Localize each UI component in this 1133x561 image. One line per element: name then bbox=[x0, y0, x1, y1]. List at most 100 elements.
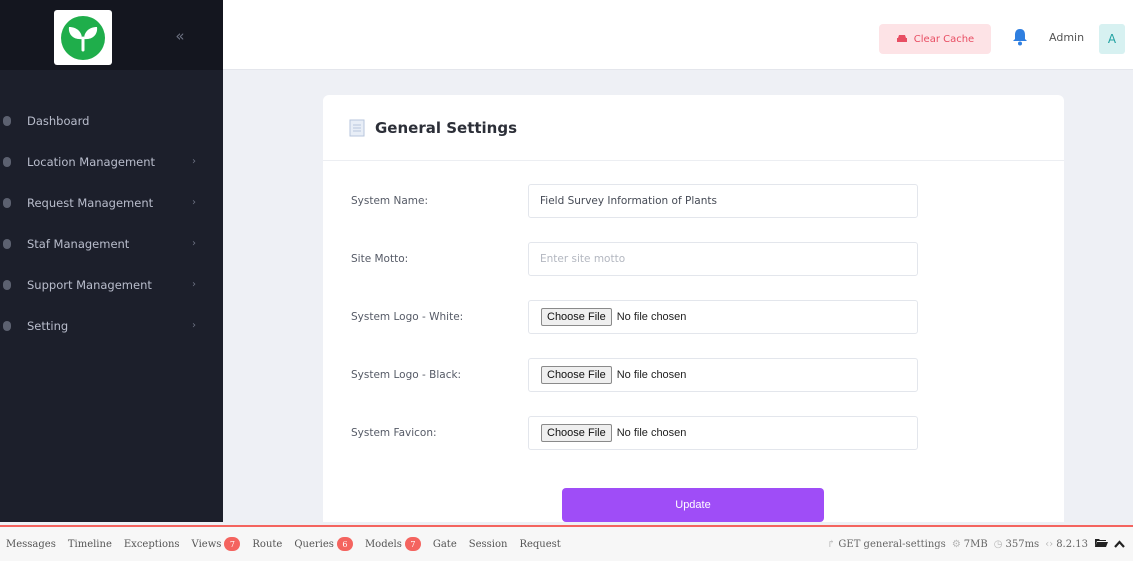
system-name-row: System Name: bbox=[323, 184, 1064, 220]
bell-icon[interactable] bbox=[1011, 27, 1029, 47]
debugbar-count-badge: 7 bbox=[224, 537, 241, 551]
sidebar-bullet-icon bbox=[3, 156, 11, 167]
debugbar-tab-label: Route bbox=[252, 538, 283, 550]
chevron-right-icon: › bbox=[192, 156, 196, 167]
general-settings-card: General Settings System Name: Site Motto… bbox=[323, 95, 1064, 522]
debugbar-tab-timeline[interactable]: Timeline bbox=[62, 527, 118, 561]
no-file-text: No file chosen bbox=[616, 369, 687, 381]
double-chevron-left-icon[interactable]: « bbox=[170, 26, 190, 46]
sidebar-item-label: Staf Management bbox=[27, 236, 130, 251]
debugbar-route-text: GET general-settings bbox=[838, 538, 946, 550]
debugbar-count-badge: 7 bbox=[404, 537, 421, 551]
no-file-text: No file chosen bbox=[616, 427, 687, 439]
system-name-input[interactable] bbox=[528, 184, 918, 218]
debugbar-tab-messages[interactable]: Messages bbox=[0, 527, 62, 561]
debugbar-tab-gate[interactable]: Gate bbox=[427, 527, 463, 561]
logo-black-label: System Logo - Black: bbox=[351, 369, 462, 381]
debugbar-memory-text: 7MB bbox=[963, 538, 988, 550]
code-icon: ‹› bbox=[1045, 538, 1054, 550]
debugbar-route[interactable]: ↱ GET general-settings bbox=[827, 539, 946, 550]
debugbar-tab-label: Exceptions bbox=[123, 538, 180, 550]
logo-black-file-input[interactable]: Choose File No file chosen bbox=[528, 358, 918, 392]
top-header: Clear Cache Admin A bbox=[223, 0, 1133, 70]
chevron-right-icon: › bbox=[192, 279, 196, 290]
sidebar-item-staf-management[interactable]: Staf Management › bbox=[0, 223, 223, 264]
chevron-right-icon: › bbox=[192, 197, 196, 208]
clear-cache-button[interactable]: Clear Cache bbox=[879, 24, 991, 54]
debugbar-tab-route[interactable]: Route bbox=[246, 527, 288, 561]
sidebar-bullet-icon bbox=[3, 197, 11, 208]
sidebar-bullet-icon bbox=[3, 238, 11, 249]
document-icon bbox=[349, 119, 365, 136]
debugbar-tab-label: Session bbox=[468, 538, 508, 550]
debugbar-tab-request[interactable]: Request bbox=[513, 527, 566, 561]
sidebar-item-label: Support Management bbox=[27, 277, 152, 292]
debugbar-tab-session[interactable]: Session bbox=[463, 527, 514, 561]
debugbar-php-version: ‹› 8.2.13 bbox=[1045, 539, 1088, 550]
sidebar: « Dashboard Location Management › Reques… bbox=[0, 0, 223, 522]
debugbar-tab-label: Messages bbox=[6, 538, 56, 550]
sidebar-item-label: Dashboard bbox=[27, 113, 90, 128]
chevron-right-icon: › bbox=[192, 238, 196, 249]
sidebar-item-setting[interactable]: Setting › bbox=[0, 305, 223, 346]
logo-black-row: System Logo - Black: Choose File No file… bbox=[323, 358, 1064, 394]
debugbar-tab-queries[interactable]: Queries 6 bbox=[288, 527, 359, 561]
chevron-right-icon: › bbox=[192, 320, 196, 331]
app-logo[interactable] bbox=[54, 10, 112, 65]
site-motto-input[interactable] bbox=[528, 242, 918, 276]
sidebar-logo-area: « bbox=[0, 0, 223, 70]
logo-white-file-input[interactable]: Choose File No file chosen bbox=[528, 300, 918, 334]
sidebar-item-label: Request Management bbox=[27, 195, 154, 210]
no-file-text: No file chosen bbox=[616, 311, 687, 323]
update-button[interactable]: Update bbox=[562, 488, 824, 522]
card-header: General Settings bbox=[323, 95, 1064, 161]
debugbar-memory: ⚙ 7MB bbox=[952, 539, 988, 550]
debugbar-tab-views[interactable]: Views 7 bbox=[186, 527, 247, 561]
share-arrow-icon: ↱ bbox=[827, 538, 836, 550]
choose-file-button[interactable]: Choose File bbox=[541, 308, 612, 326]
folder-open-icon[interactable] bbox=[1094, 537, 1108, 551]
sidebar-bullet-icon bbox=[3, 320, 11, 331]
site-motto-label: Site Motto: bbox=[351, 253, 409, 265]
sidebar-item-label: Location Management bbox=[27, 154, 156, 169]
system-name-label: System Name: bbox=[351, 195, 429, 207]
debugbar: Messages Timeline Exceptions Views 7 Rou… bbox=[0, 525, 1133, 561]
debugbar-tab-label: Timeline bbox=[67, 538, 112, 550]
sidebar-item-dashboard[interactable]: Dashboard bbox=[0, 100, 223, 141]
site-motto-row: Site Motto: bbox=[323, 242, 1064, 278]
logo-white-label: System Logo - White: bbox=[351, 311, 464, 323]
logo-white-row: System Logo - White: Choose File No file… bbox=[323, 300, 1064, 336]
debugbar-tab-label: Gate bbox=[432, 538, 457, 550]
debugbar-tab-label: Models bbox=[364, 538, 402, 550]
sidebar-bullet-icon bbox=[3, 279, 11, 290]
sidebar-nav: Dashboard Location Management › Request … bbox=[0, 100, 223, 346]
avatar[interactable]: A bbox=[1099, 24, 1125, 54]
sidebar-item-support-management[interactable]: Support Management › bbox=[0, 264, 223, 305]
page-title: General Settings bbox=[375, 118, 518, 137]
debugbar-time-text: 357ms bbox=[1005, 538, 1040, 550]
clock-icon: ◷ bbox=[993, 538, 1003, 550]
choose-file-button[interactable]: Choose File bbox=[541, 424, 612, 442]
car-icon bbox=[896, 35, 907, 42]
admin-name[interactable]: Admin bbox=[1049, 31, 1084, 44]
sidebar-bullet-icon bbox=[3, 115, 11, 126]
choose-file-button[interactable]: Choose File bbox=[541, 366, 612, 384]
debugbar-php-version-text: 8.2.13 bbox=[1056, 538, 1088, 550]
debugbar-tab-models[interactable]: Models 7 bbox=[359, 527, 427, 561]
debugbar-time: ◷ 357ms bbox=[994, 539, 1039, 550]
debugbar-tab-label: Queries bbox=[294, 538, 334, 550]
debugbar-tab-label: Request bbox=[519, 538, 561, 550]
cogs-icon: ⚙ bbox=[951, 538, 961, 550]
favicon-row: System Favicon: Choose File No file chos… bbox=[323, 416, 1064, 452]
sidebar-item-location-management[interactable]: Location Management › bbox=[0, 141, 223, 182]
plant-sprout-logo-icon bbox=[61, 15, 105, 60]
debugbar-meta: ↱ GET general-settings ⚙ 7MB ◷ 357ms ‹› … bbox=[827, 527, 1125, 561]
sidebar-item-request-management[interactable]: Request Management › bbox=[0, 182, 223, 223]
clear-cache-label: Clear Cache bbox=[913, 33, 975, 45]
chevron-up-icon[interactable] bbox=[1114, 538, 1125, 551]
favicon-label: System Favicon: bbox=[351, 427, 437, 439]
debugbar-tab-exceptions[interactable]: Exceptions bbox=[118, 527, 186, 561]
sidebar-item-label: Setting bbox=[27, 318, 69, 333]
debugbar-tab-label: Views bbox=[191, 538, 222, 550]
favicon-file-input[interactable]: Choose File No file chosen bbox=[528, 416, 918, 450]
